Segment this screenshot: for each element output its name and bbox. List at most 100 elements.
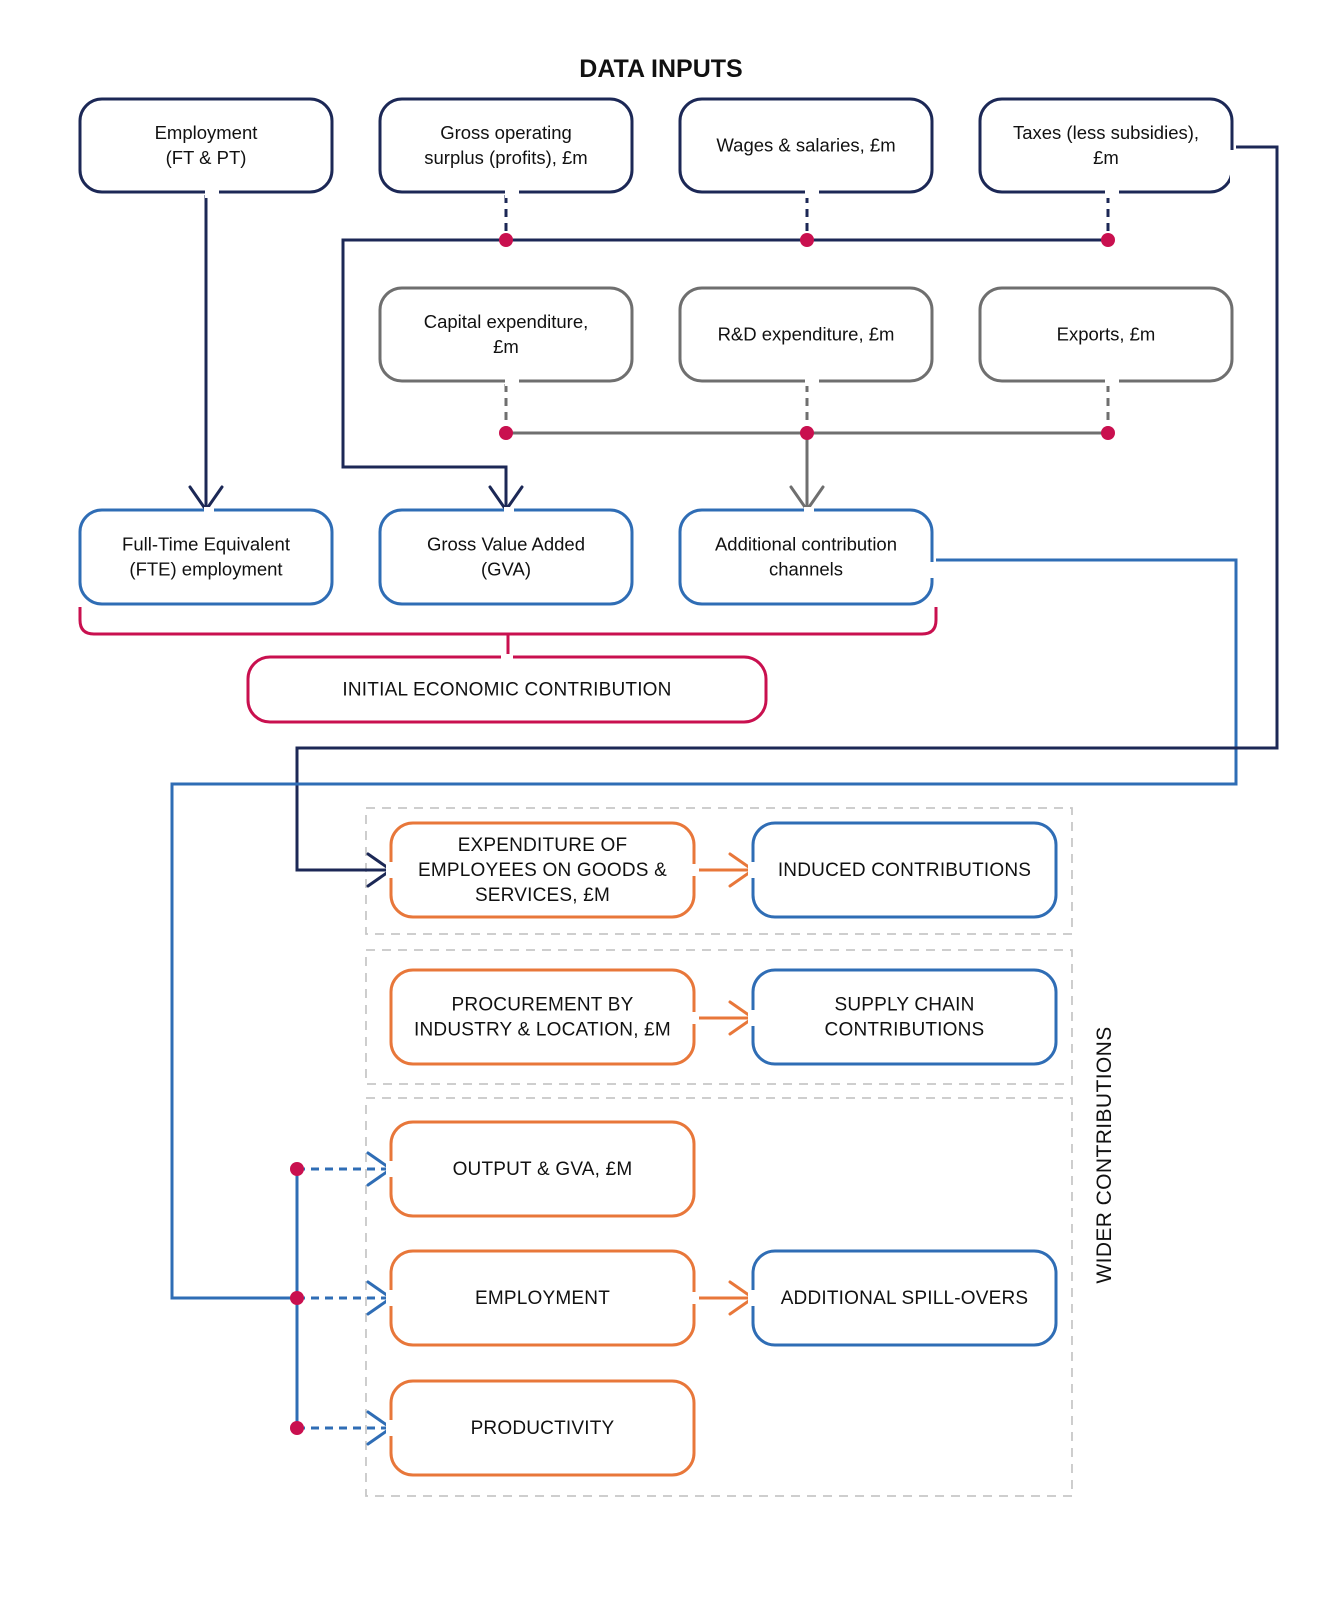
outline-gap (386, 1420, 396, 1436)
grey-connectors (504, 384, 1110, 513)
box-label-line: Gross Value Added (427, 534, 585, 555)
box-label-line: Capital expenditure, (424, 311, 589, 332)
data-inputs-title: DATA INPUTS (579, 55, 742, 83)
wider-result-additional-spill-overs: ADDITIONAL SPILL-OVERS (748, 1249, 1058, 1347)
box-label-line: INDUSTRY & LOCATION, £M (414, 1020, 671, 1041)
wider-input-procurement-by-industry: PROCUREMENT BY INDUSTRY & LOCATION, £M (389, 968, 699, 1066)
input-box-wages-salaries: Wages & salaries, £m (678, 97, 934, 198)
outline-gap (930, 562, 940, 578)
box-label-line: INITIAL ECONOMIC CONTRIBUTION (342, 680, 671, 701)
output-box-fte-employment: Full-Time Equivalent (FTE) employment (78, 507, 334, 606)
outline-gap (689, 1012, 699, 1024)
junction-dot-icon (290, 1291, 304, 1305)
box-label-line: R&D expenditure, £m (718, 324, 895, 345)
input-box-rd-expenditure: R&D expenditure, £m (678, 286, 934, 386)
outline-gap (505, 378, 519, 386)
box-label-line: channels (769, 559, 843, 580)
outline-gap (386, 1161, 396, 1177)
outline-gap (805, 378, 819, 386)
box-label-line: Employment (155, 122, 258, 143)
junction-dot-icon (290, 1162, 304, 1176)
box-label-line: ADDITIONAL SPILL-OVERS (781, 1288, 1029, 1309)
wider-result-induced-contributions: INDUCED CONTRIBUTIONS (748, 821, 1058, 919)
box-label-line: surplus (profits), £m (424, 147, 587, 168)
wider-contributions-label: WIDER CONTRIBUTIONS (1093, 1026, 1116, 1283)
box-label-line: Wages & salaries, £m (716, 135, 895, 156)
box-label-line: INDUCED CONTRIBUTIONS (778, 860, 1031, 881)
box-label-line: SERVICES, £M (475, 885, 610, 906)
blue-connectors (170, 558, 1238, 1446)
outline-gap (501, 654, 513, 661)
wider-input-output-gva: OUTPUT & GVA, £M (386, 1120, 696, 1218)
box-label-line: OUTPUT & GVA, £M (453, 1159, 633, 1180)
box-outline (978, 97, 1234, 194)
outline-gap (748, 862, 758, 878)
outline-gap (386, 1290, 396, 1306)
box-label-line: PROCUREMENT BY (452, 995, 634, 1016)
initial-economic-contribution-box: INITIAL ECONOMIC CONTRIBUTION (246, 654, 768, 724)
box-label-line: £m (1093, 147, 1119, 168)
wider-input-expenditure-of-employees: EXPENDITURE OF EMPLOYEES ON GOODS & SERVIC… (386, 821, 699, 919)
box-label-line: (FTE) employment (129, 559, 282, 580)
outline-gap (804, 507, 814, 514)
output-box-gross-value-added: Gross Value Added (GVA) (378, 507, 634, 606)
gva-bus-line (341, 238, 1108, 510)
box-label-line: (GVA) (481, 559, 531, 580)
outline-gap (504, 507, 514, 514)
box-outline (751, 968, 1058, 1066)
input-box-exports: Exports, £m (978, 286, 1234, 386)
wider-input-employment-wider: EMPLOYMENT (386, 1249, 699, 1347)
junction-dot-icon (800, 426, 814, 440)
box-outline (378, 508, 634, 606)
box-label-line: EXPENDITURE OF (458, 835, 628, 856)
box-label-line: EMPLOYMENT (475, 1288, 610, 1309)
outline-gap (1105, 378, 1119, 386)
outline-gap (689, 864, 699, 876)
outline-gap (505, 190, 519, 198)
box-label-line: Full-Time Equivalent (122, 534, 290, 555)
initial-contribution-bracket (78, 607, 938, 657)
box-label-line: Exports, £m (1057, 324, 1156, 345)
box-outline (389, 968, 696, 1066)
economic-contribution-flow-diagram: DATA INPUTS Employment(FT & PT)Gross ope… (78, 55, 1279, 1497)
outline-gap (689, 1292, 699, 1304)
box-label-line: PRODUCTIVITY (471, 1418, 615, 1439)
wider-input-productivity: PRODUCTIVITY (386, 1379, 696, 1477)
junction-dot-icon (499, 426, 513, 440)
outline-gap (1230, 150, 1240, 188)
outline-gap (748, 1010, 758, 1026)
bracket-line (78, 607, 938, 636)
boxes: Employment (FT & PT) Gross operating surplu… (78, 97, 1240, 1477)
outline-gap (205, 190, 219, 198)
box-label-line: CONTRIBUTIONS (825, 1020, 985, 1041)
junction-dot-icon (290, 1421, 304, 1435)
junction-dot-icon (800, 233, 814, 247)
input-box-employment-ft-pt: Employment (FT & PT) (78, 97, 334, 198)
box-label-line: (FT & PT) (166, 147, 247, 168)
box-outline (678, 508, 934, 606)
outline-gap (1105, 190, 1119, 198)
box-label-line: Gross operating (440, 122, 572, 143)
junction-dots (290, 233, 1115, 1435)
additional-to-wider-line (170, 558, 1238, 1300)
junction-dot-icon (1101, 426, 1115, 440)
wider-contributions-groups (365, 807, 1073, 1497)
box-label-line: Additional contribution (715, 534, 897, 555)
wider-result-supply-chain-contributions: SUPPLY CHAIN CONTRIBUTIONS (748, 968, 1058, 1066)
input-box-gross-operating-surplus: Gross operating surplus (profits), £m (378, 97, 634, 198)
output-box-additional-contribution-channels: Additional contribution channels (678, 507, 940, 606)
box-label-line: Taxes (less subsidies), (1013, 122, 1199, 143)
junction-dot-icon (1101, 233, 1115, 247)
box-label-line: SUPPLY CHAIN (834, 995, 974, 1016)
box-label-line: EMPLOYEES ON GOODS & (418, 860, 667, 881)
box-outline (378, 286, 634, 383)
box-outline (378, 97, 634, 194)
outline-gap (204, 507, 214, 514)
outline-gap (805, 190, 819, 198)
box-outline (78, 97, 334, 194)
input-box-taxes-less-subsidies: Taxes (less subsidies), £m (978, 97, 1240, 198)
outline-gap (748, 1290, 758, 1306)
input-box-capital-expenditure: Capital expenditure, £m (378, 286, 634, 386)
box-outline (78, 508, 334, 606)
outline-gap (386, 862, 396, 878)
